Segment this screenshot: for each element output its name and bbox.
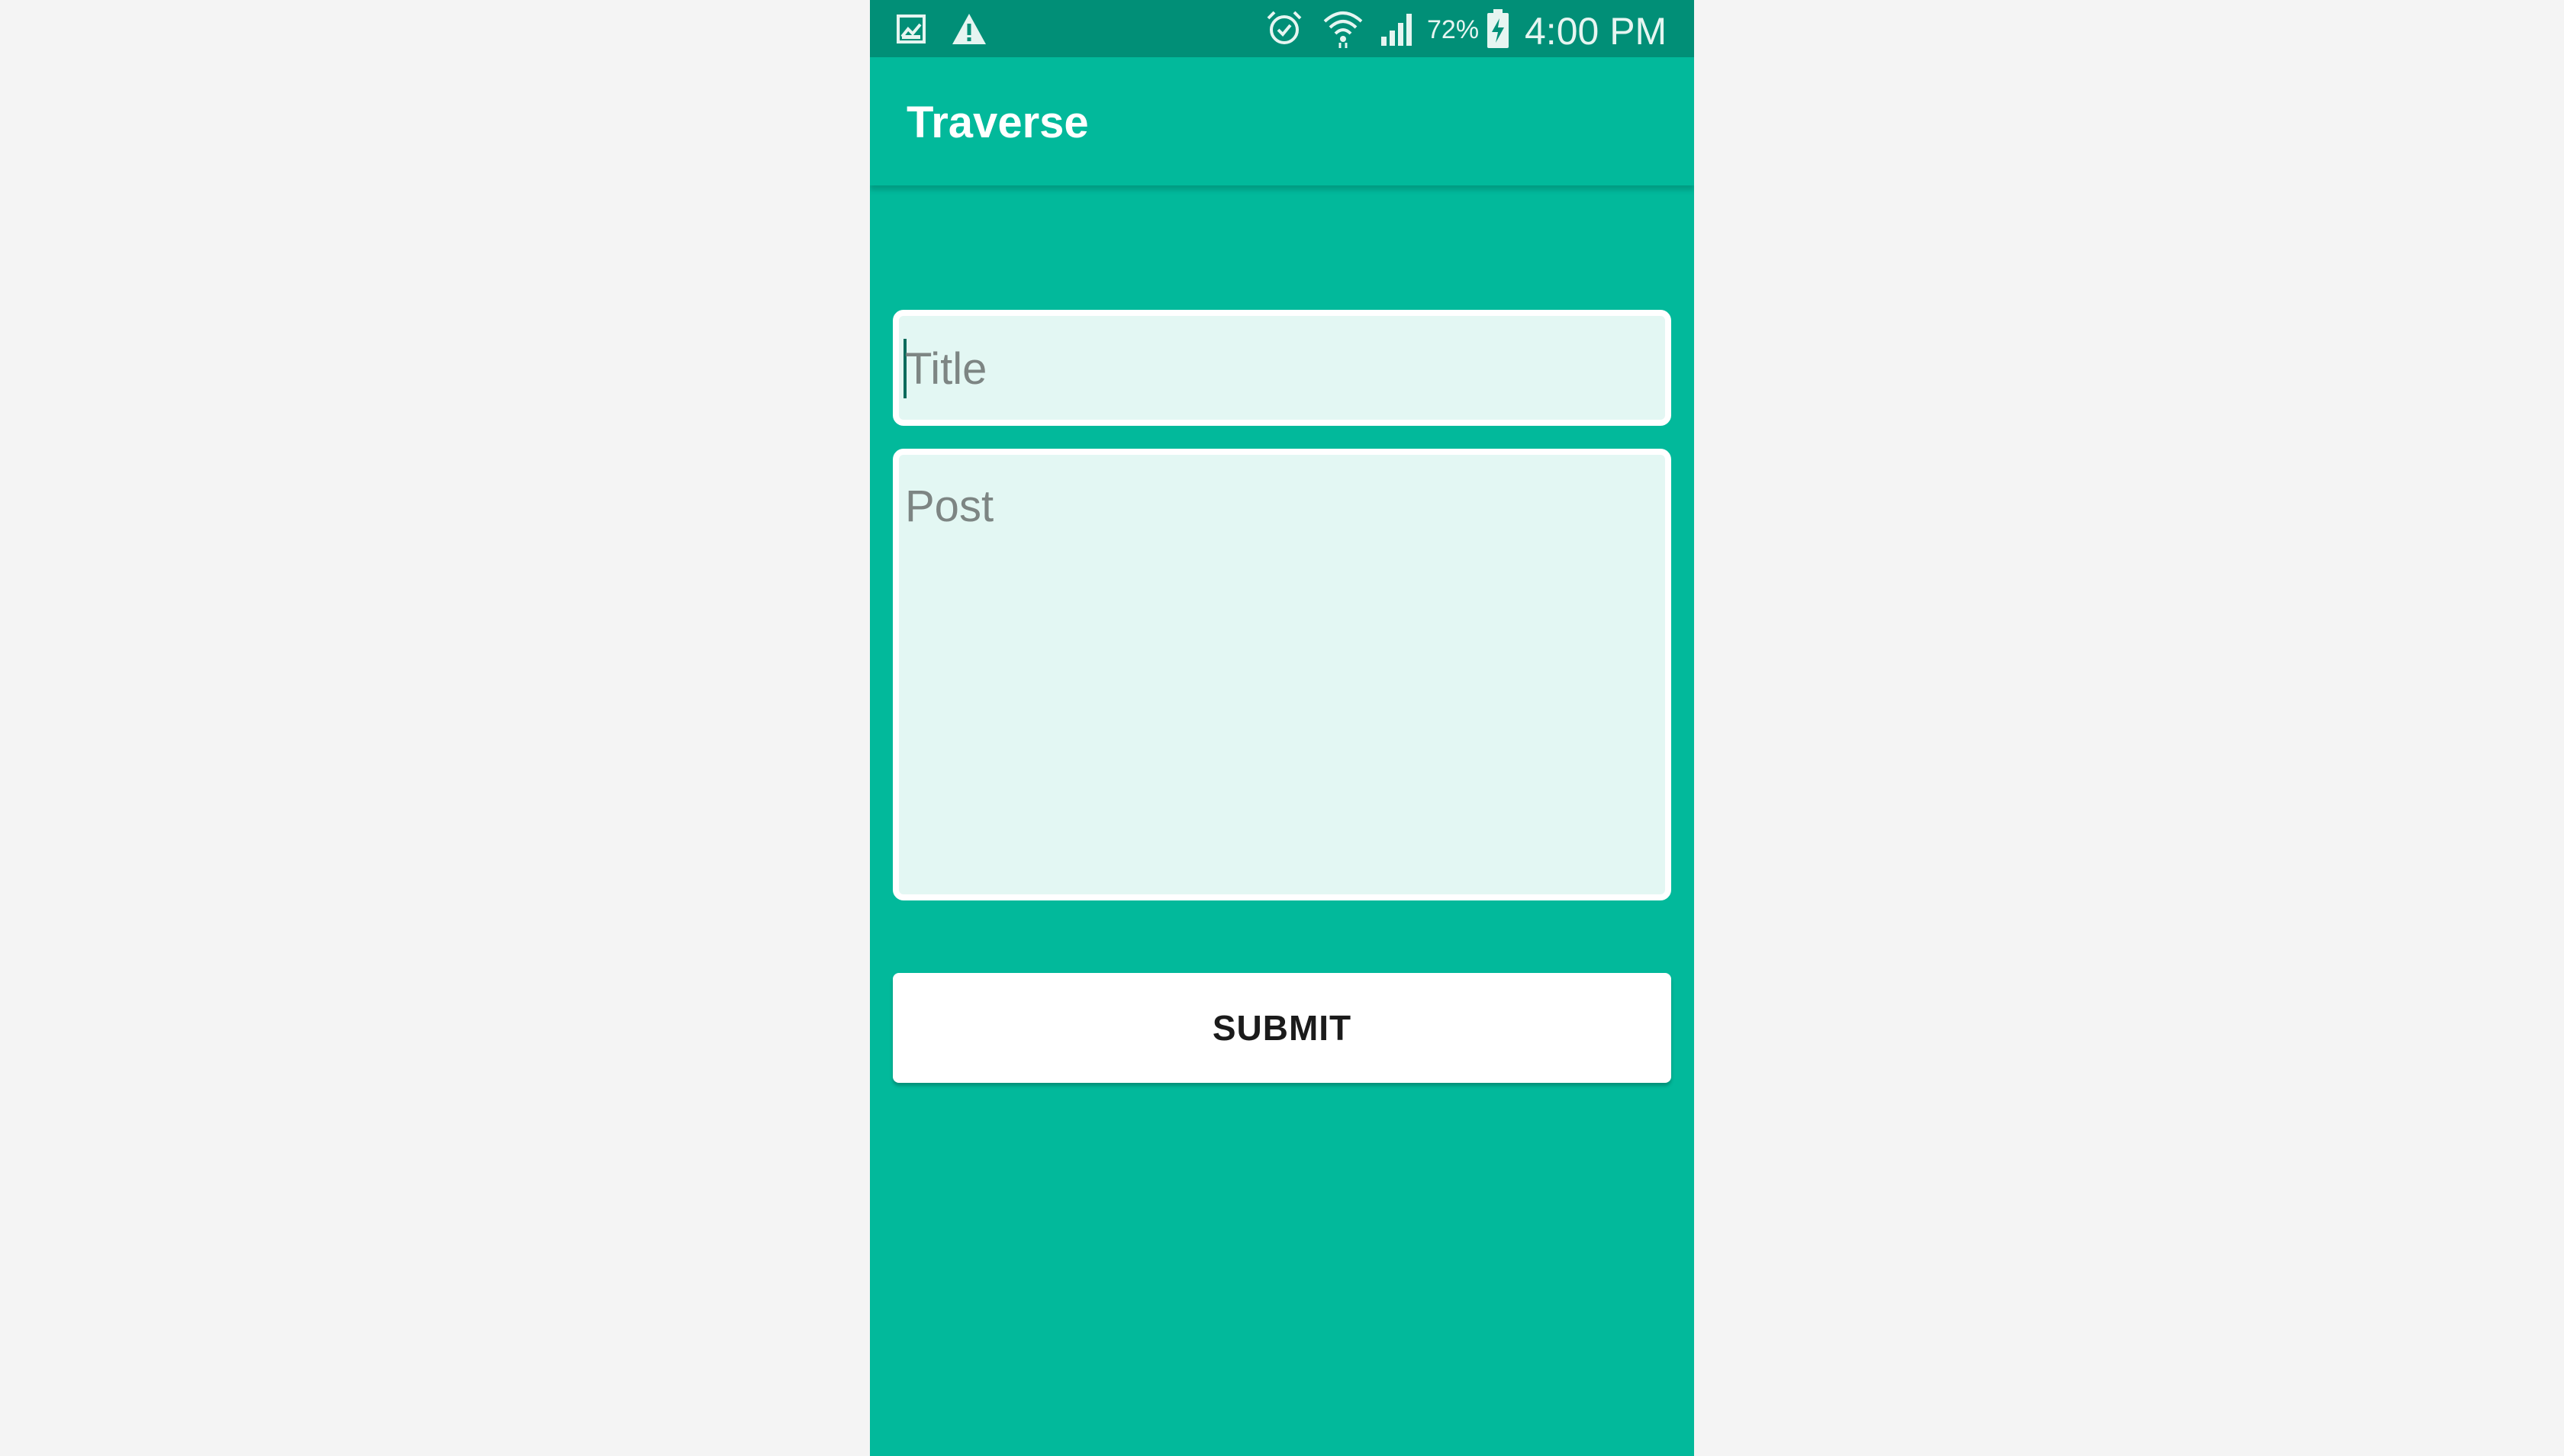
- status-time: 4:00 PM: [1525, 10, 1667, 53]
- alarm-icon: [1267, 11, 1302, 44]
- status-bar: 72% 4:00 PM: [870, 0, 1694, 57]
- title-input[interactable]: Title: [893, 310, 1671, 426]
- post-placeholder: Post: [905, 482, 994, 531]
- app-bar: Traverse: [870, 57, 1694, 185]
- wifi-icon: [1323, 11, 1363, 48]
- title-placeholder: Title: [905, 344, 987, 394]
- post-textarea[interactable]: Post: [893, 449, 1671, 900]
- battery-charging-icon: [1487, 9, 1509, 48]
- submit-button[interactable]: SUBMIT: [893, 973, 1671, 1083]
- phone-screen: 72% 4:00 PM Traverse Title Post SUBMIT: [870, 0, 1694, 1456]
- signal-icon: [1381, 14, 1412, 46]
- warning-icon: [952, 14, 986, 44]
- battery-percent: 72%: [1427, 15, 1480, 44]
- submit-label: SUBMIT: [1212, 1008, 1352, 1048]
- app-title: Traverse: [907, 98, 1089, 147]
- image-icon: [897, 14, 926, 43]
